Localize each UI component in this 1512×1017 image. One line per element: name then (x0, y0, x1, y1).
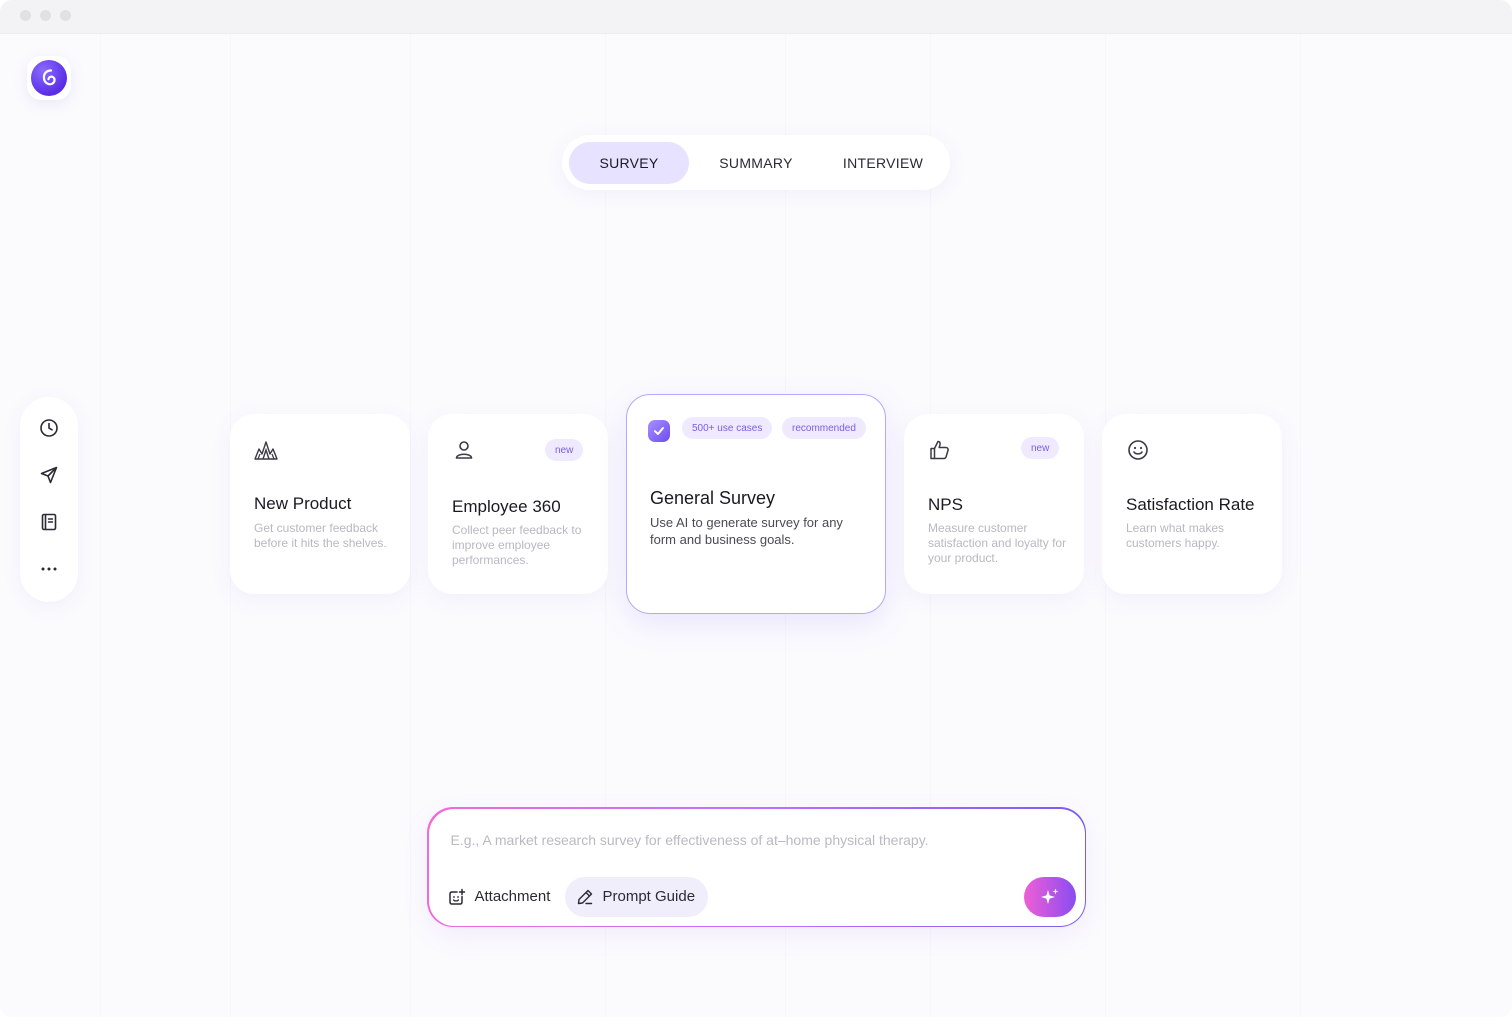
sparkle-icon (1040, 888, 1058, 904)
notebook-button[interactable] (36, 509, 62, 535)
prompt-guide-button[interactable]: Prompt Guide (564, 876, 709, 917)
pencil-icon (577, 889, 592, 904)
send-button[interactable] (36, 462, 62, 488)
close-window-button[interactable] (20, 10, 31, 21)
attachment-label: Attachment (474, 888, 551, 905)
logo-mark-icon (31, 60, 67, 96)
history-button[interactable] (36, 415, 62, 441)
new-badge: new (1021, 437, 1060, 459)
mountains-icon (254, 441, 278, 460)
card-description: Learn what makes customers happy. (1126, 521, 1225, 550)
background-line (1300, 34, 1301, 1017)
notebook-icon (41, 513, 57, 531)
card-title: Satisfaction Rate (1126, 495, 1255, 514)
card-description: Collect peer feedback to improve employe… (452, 523, 582, 567)
card-title: Employee 360 (452, 497, 561, 516)
card-nps[interactable]: new NPS Measure customer satisfaction an… (904, 414, 1084, 594)
tab-interview[interactable]: INTERVIEW (823, 142, 943, 184)
more-icon (41, 567, 57, 571)
card-description: Get customer feedback before it hits the… (254, 521, 387, 550)
card-title: General Survey (650, 488, 776, 508)
background-line (410, 34, 411, 1017)
card-description: Measure customer satisfaction and loyalt… (928, 521, 1067, 565)
app-window: SURVEY SUMMARY INTERVIEW New Product Get… (0, 0, 1512, 1017)
card-title: NPS (928, 495, 963, 514)
prompt-box: Attachment Prompt Guide (427, 807, 1086, 927)
card-description: Use AI to generate survey for any form a… (650, 515, 843, 547)
mode-tabs: SURVEY SUMMARY INTERVIEW (562, 135, 950, 190)
more-button[interactable] (36, 556, 62, 582)
prompt-guide-label: Prompt Guide (602, 888, 696, 905)
use-cases-badge: 500+ use cases (682, 417, 773, 439)
tab-summary[interactable]: SUMMARY (696, 142, 816, 184)
attachment-icon (448, 888, 465, 905)
smile-icon (1128, 440, 1148, 460)
maximize-window-button[interactable] (60, 10, 71, 21)
card-general-survey[interactable]: 500+ use cases recommended General Surve… (626, 394, 886, 614)
send-icon (40, 466, 58, 484)
check-icon (648, 420, 670, 442)
card-title: New Product (254, 494, 352, 513)
thumbs-up-icon (930, 440, 949, 460)
attachment-button[interactable]: Attachment (447, 877, 557, 917)
new-badge: new (545, 439, 584, 461)
user-icon (455, 441, 473, 459)
minimize-window-button[interactable] (40, 10, 51, 21)
card-employee-360[interactable]: new Employee 360 Collect peer feedback t… (428, 414, 608, 594)
app-logo[interactable] (27, 56, 71, 100)
generate-button[interactable] (1023, 876, 1076, 917)
recommended-badge: recommended (782, 417, 866, 439)
left-sidebar (20, 397, 78, 602)
card-new-product[interactable]: New Product Get customer feedback before… (230, 414, 410, 594)
tab-survey[interactable]: SURVEY (569, 142, 689, 184)
prompt-input[interactable] (450, 828, 1051, 851)
title-bar (0, 0, 1512, 34)
card-satisfaction-rate[interactable]: Satisfaction Rate Learn what makes custo… (1102, 414, 1282, 594)
background-line (100, 34, 101, 1017)
prompt-box-inner: Attachment Prompt Guide (428, 808, 1085, 926)
clock-icon (40, 419, 58, 437)
